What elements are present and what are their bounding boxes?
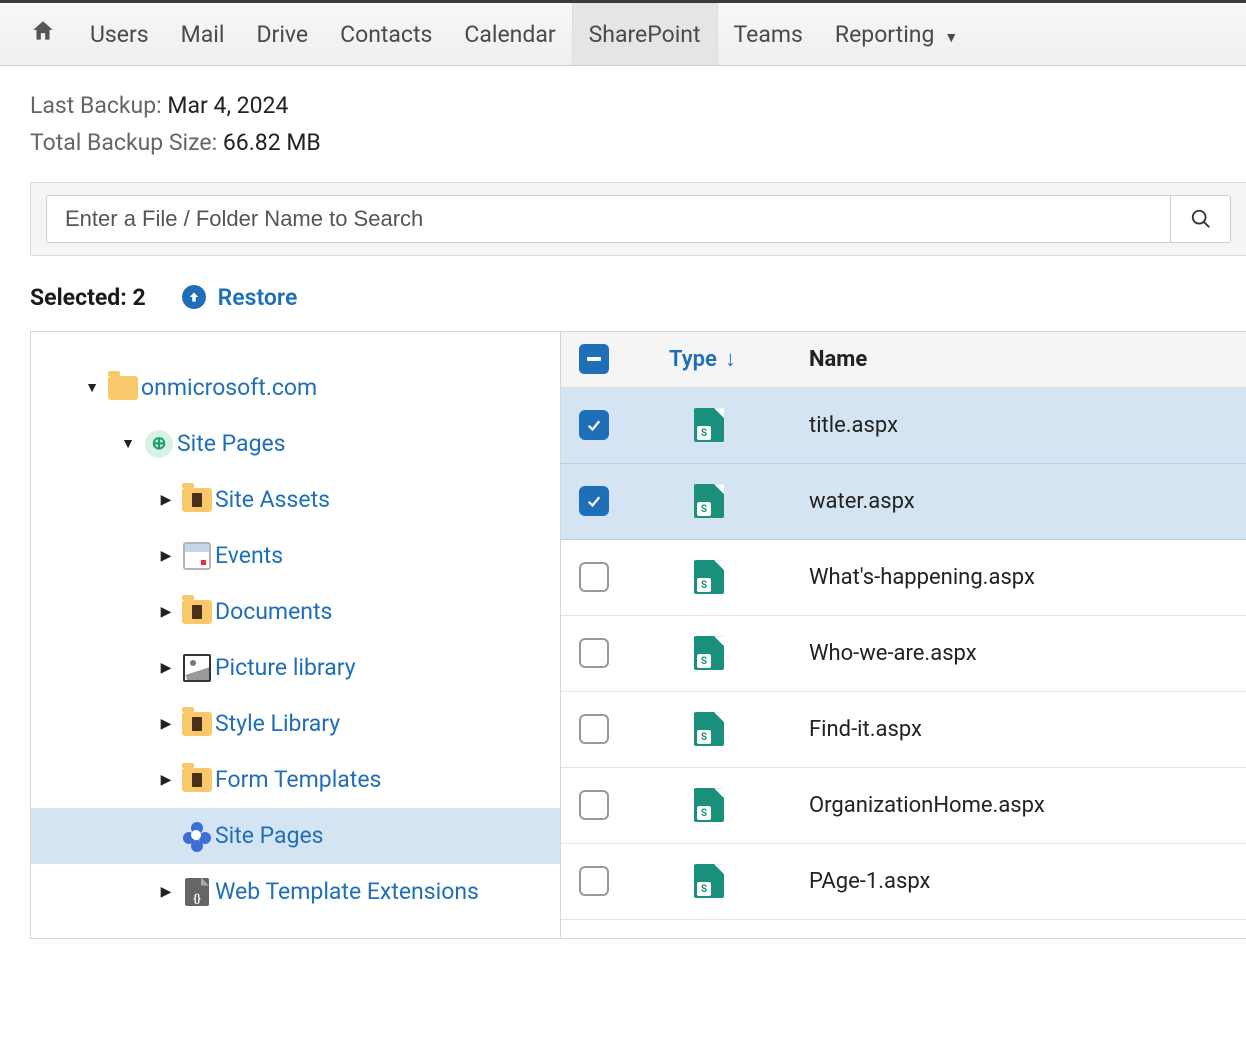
nav-item-users[interactable]: Users bbox=[74, 3, 165, 66]
sharepoint-file-icon bbox=[669, 636, 749, 670]
file-name: water.aspx bbox=[809, 489, 915, 514]
sort-down-icon: ↓ bbox=[725, 346, 736, 372]
restore-button[interactable]: Restore bbox=[182, 284, 298, 311]
sharepoint-file-icon bbox=[669, 864, 749, 898]
chevron-right-icon[interactable]: ▶ bbox=[153, 884, 179, 900]
top-nav: UsersMailDriveContactsCalendarSharePoint… bbox=[0, 0, 1246, 66]
table-row[interactable]: PAge-1.aspx bbox=[561, 844, 1246, 920]
table-row[interactable]: Find-it.aspx bbox=[561, 692, 1246, 768]
file-name: title.aspx bbox=[809, 413, 898, 438]
folder-icon bbox=[105, 376, 141, 400]
row-checkbox[interactable] bbox=[579, 486, 609, 516]
home-icon[interactable] bbox=[18, 12, 74, 57]
table-row[interactable]: OrganizationHome.aspx bbox=[561, 768, 1246, 844]
sharepoint-file-icon bbox=[669, 788, 749, 822]
sharepoint-file-icon bbox=[669, 408, 749, 442]
nav-item-teams[interactable]: Teams bbox=[718, 3, 819, 66]
tree-item-events[interactable]: ▶Events bbox=[31, 528, 560, 584]
total-size-label: Total Backup Size: bbox=[30, 129, 217, 156]
selection-row: Selected: 2 Restore bbox=[0, 256, 1246, 331]
select-all-checkbox[interactable] bbox=[579, 344, 609, 374]
file-list: Type ↓ Name title.aspx water.aspx What's-h… bbox=[561, 332, 1246, 938]
column-name[interactable]: Name bbox=[809, 347, 867, 372]
content-split: ▼ onmicrosoft.com ▼ ⊕ Site Pages ▶Site A… bbox=[30, 331, 1246, 939]
tree-item-site-pages[interactable]: ▶Site Pages bbox=[31, 808, 560, 864]
picture-icon bbox=[179, 654, 215, 682]
nav-items: UsersMailDriveContactsCalendarSharePoint… bbox=[74, 3, 974, 65]
tree-item-site-assets[interactable]: ▶Site Assets bbox=[31, 472, 560, 528]
row-checkbox[interactable] bbox=[579, 410, 609, 440]
chevron-right-icon[interactable]: ▶ bbox=[153, 492, 179, 508]
backup-info: Last Backup: Mar 4, 2024 Total Backup Si… bbox=[0, 66, 1246, 174]
tree-root[interactable]: ▼ onmicrosoft.com bbox=[31, 360, 560, 416]
tree-item-web-template-extensions[interactable]: ▶Web Template Extensions bbox=[31, 864, 560, 920]
sharepoint-file-icon bbox=[669, 484, 749, 518]
chevron-down-icon[interactable]: ▼ bbox=[79, 379, 105, 396]
folder-icon bbox=[179, 488, 215, 512]
last-backup-label: Last Backup: bbox=[30, 92, 162, 119]
row-checkbox[interactable] bbox=[579, 562, 609, 592]
total-size-value: 66.82 MB bbox=[223, 129, 321, 156]
file-name: PAge-1.aspx bbox=[809, 869, 930, 894]
file-name: Who-we-are.aspx bbox=[809, 641, 977, 666]
nav-item-drive[interactable]: Drive bbox=[240, 3, 324, 66]
calendar-icon bbox=[179, 542, 215, 570]
tree-item-form-templates[interactable]: ▶Form Templates bbox=[31, 752, 560, 808]
globe-icon: ⊕ bbox=[141, 430, 177, 458]
search-button[interactable] bbox=[1171, 195, 1231, 243]
selected-count: Selected: 2 bbox=[30, 284, 146, 311]
chevron-right-icon[interactable]: ▶ bbox=[153, 604, 179, 620]
table-row[interactable]: water.aspx bbox=[561, 464, 1246, 540]
tree-site[interactable]: ▼ ⊕ Site Pages bbox=[31, 416, 560, 472]
table-row[interactable]: title.aspx bbox=[561, 388, 1246, 464]
list-header: Type ↓ Name bbox=[561, 332, 1246, 388]
file-name: OrganizationHome.aspx bbox=[809, 793, 1045, 818]
tree-pane: ▼ onmicrosoft.com ▼ ⊕ Site Pages ▶Site A… bbox=[31, 332, 561, 938]
tree-item-documents[interactable]: ▶Documents bbox=[31, 584, 560, 640]
nav-item-reporting[interactable]: Reporting▼ bbox=[819, 3, 974, 66]
folder-icon bbox=[179, 712, 215, 736]
search-input[interactable] bbox=[46, 195, 1171, 243]
folder-icon bbox=[179, 600, 215, 624]
code-file-icon bbox=[179, 878, 215, 906]
chevron-right-icon[interactable]: ▶ bbox=[153, 716, 179, 732]
tree-item-picture-library[interactable]: ▶Picture library bbox=[31, 640, 560, 696]
nav-item-contacts[interactable]: Contacts bbox=[324, 3, 448, 66]
restore-icon bbox=[182, 285, 206, 309]
chevron-down-icon[interactable]: ▼ bbox=[115, 435, 141, 452]
file-name: What's-happening.aspx bbox=[809, 565, 1035, 590]
nav-item-mail[interactable]: Mail bbox=[165, 3, 241, 66]
row-checkbox[interactable] bbox=[579, 714, 609, 744]
chevron-right-icon[interactable]: ▶ bbox=[153, 772, 179, 788]
row-checkbox[interactable] bbox=[579, 866, 609, 896]
row-checkbox[interactable] bbox=[579, 790, 609, 820]
chevron-right-icon[interactable]: ▶ bbox=[153, 548, 179, 564]
site-pages-icon bbox=[179, 822, 215, 850]
folder-icon bbox=[179, 768, 215, 792]
column-type[interactable]: Type ↓ bbox=[669, 346, 749, 372]
chevron-down-icon: ▼ bbox=[944, 30, 958, 46]
nav-item-calendar[interactable]: Calendar bbox=[448, 3, 571, 66]
table-row[interactable]: What's-happening.aspx bbox=[561, 540, 1246, 616]
file-name: Find-it.aspx bbox=[809, 717, 922, 742]
last-backup-value: Mar 4, 2024 bbox=[167, 92, 288, 119]
row-checkbox[interactable] bbox=[579, 638, 609, 668]
search-bar bbox=[30, 182, 1246, 256]
sharepoint-file-icon bbox=[669, 712, 749, 746]
chevron-right-icon[interactable]: ▶ bbox=[153, 660, 179, 676]
tree-item-style-library[interactable]: ▶Style Library bbox=[31, 696, 560, 752]
nav-item-sharepoint[interactable]: SharePoint bbox=[572, 3, 718, 65]
table-row[interactable]: Who-we-are.aspx bbox=[561, 616, 1246, 692]
sharepoint-file-icon bbox=[669, 560, 749, 594]
search-icon bbox=[1190, 208, 1212, 230]
